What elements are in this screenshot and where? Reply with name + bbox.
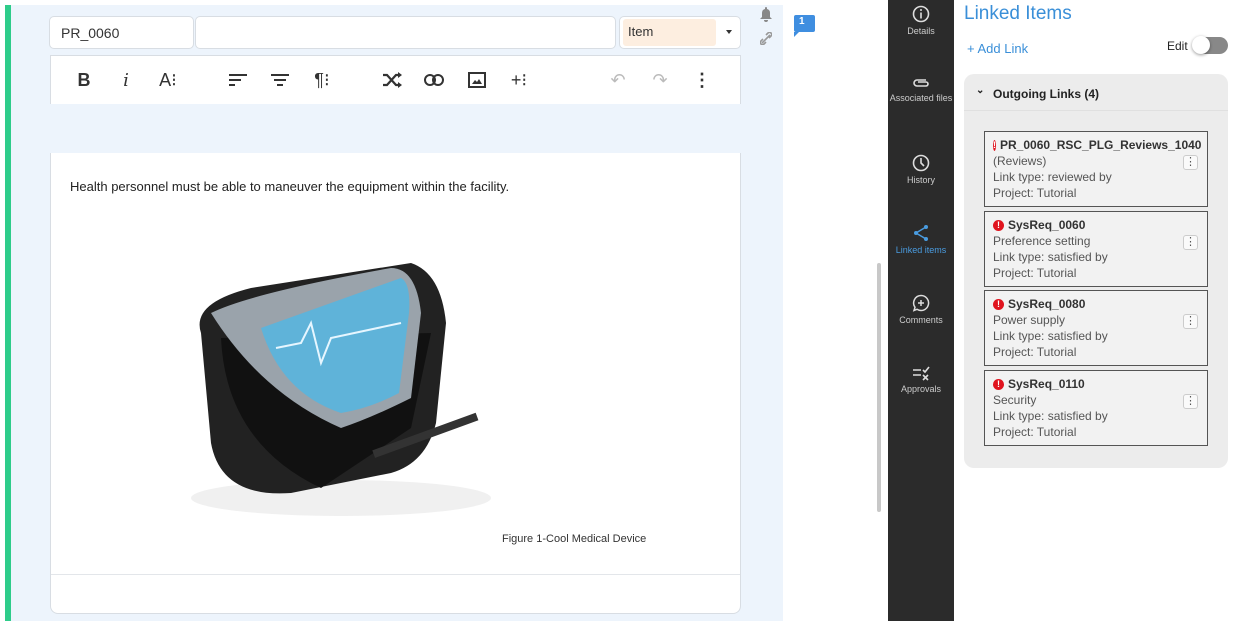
outgoing-links-group: ⌄ Outgoing Links (4) ! PR_0060_RSC_PLG_Rev… <box>964 74 1228 468</box>
type-select-value: Item <box>623 19 716 46</box>
add-link-button[interactable]: + Add Link <box>967 41 1028 56</box>
group-title: Outgoing Links (4) <box>993 87 1099 101</box>
sidebar-label: Linked items <box>895 245 947 255</box>
link-button[interactable] <box>421 68 447 92</box>
error-icon: ! <box>993 139 996 151</box>
sidebar-label: Comments <box>899 315 943 325</box>
share-icon <box>914 225 928 241</box>
clock-icon <box>912 154 930 172</box>
more-menu-button[interactable]: ⋮ <box>689 68 715 92</box>
error-icon: ! <box>993 298 1004 310</box>
sidebar-label: Associated files <box>889 93 953 103</box>
comment-plus-icon <box>912 294 930 312</box>
link-project: Project: Tutorial <box>993 186 1077 200</box>
shuffle-button[interactable] <box>379 68 405 92</box>
align-center-icon <box>271 74 289 86</box>
link-name: Security <box>993 393 1037 407</box>
sidebar-item-associated-files[interactable]: Associated files <box>888 76 954 104</box>
comment-count-badge[interactable]: 1 <box>794 15 815 37</box>
more-options-icon[interactable]: ⋮ <box>1183 314 1198 329</box>
divider <box>51 574 740 575</box>
sidebar-item-approvals[interactable]: Approvals <box>888 365 954 395</box>
sidebar-label: Details <box>907 26 935 36</box>
approvals-icon <box>913 366 930 381</box>
link-id[interactable]: SysReq_0060 <box>1008 217 1085 233</box>
info-icon <box>912 5 930 23</box>
image-icon <box>468 72 486 88</box>
bold-button[interactable]: B <box>71 68 97 92</box>
link-card[interactable]: ! PR_0060_RSC_PLG_Reviews_1040 (Reviews) … <box>984 131 1208 207</box>
edit-label: Edit <box>1167 39 1188 53</box>
figure-caption: Figure 1-Cool Medical Device <box>502 533 647 545</box>
font-button[interactable]: A⁝ <box>155 68 181 92</box>
error-icon: ! <box>993 219 1004 231</box>
align-center-button[interactable] <box>267 68 293 92</box>
scrollbar[interactable] <box>877 263 881 512</box>
sidebar-item-comments[interactable]: Comments <box>888 294 954 326</box>
rich-text-content[interactable]: Health personnel must be able to maneuve… <box>50 153 741 614</box>
more-options-icon[interactable]: ⋮ <box>1183 394 1198 409</box>
caret-down-icon <box>726 30 732 34</box>
more-options-icon[interactable]: ⋮ <box>1183 235 1198 250</box>
editor-toolbar: B i A⁝ ¶⁝ +⁝ ↶ ↷ ⋮ <box>50 55 741 104</box>
redo-button[interactable]: ↷ <box>647 68 673 92</box>
shuffle-icon <box>383 72 402 88</box>
outgoing-links-header[interactable]: ⌄ Outgoing Links (4) <box>964 74 1228 111</box>
link-card[interactable]: ! SysReq_0060 Preference setting Link typ… <box>984 211 1208 287</box>
sidebar-label: Approvals <box>900 384 942 394</box>
sidebar-item-linked-items[interactable]: Linked items <box>888 224 954 256</box>
link-name: Power supply <box>993 313 1066 327</box>
edit-toggle[interactable] <box>1192 36 1228 54</box>
chevron-down-icon: ⌄ <box>976 85 985 96</box>
paragraph-button[interactable]: ¶⁝ <box>309 68 335 92</box>
error-icon: ! <box>993 378 1004 390</box>
link-card[interactable]: ! SysReq_0080 Power supply Link type: sat… <box>984 290 1208 366</box>
link-name: Preference setting <box>993 234 1091 248</box>
item-id-field[interactable]: PR_0060 <box>49 16 194 49</box>
panel-title: Linked Items <box>964 3 1072 24</box>
more-options-icon[interactable]: ⋮ <box>1183 155 1198 170</box>
link-card[interactable]: ! SysReq_0110 Security Link type: satisfi… <box>984 370 1208 446</box>
link-icon[interactable] <box>760 32 772 45</box>
link-type: Link type: satisfied by <box>993 250 1108 264</box>
title-field[interactable] <box>195 16 616 49</box>
align-left-button[interactable] <box>225 68 251 92</box>
link-project: Project: Tutorial <box>993 266 1077 280</box>
paperclip-icon <box>913 79 929 87</box>
side-nav: Details Associated files History Linked … <box>888 0 954 621</box>
link-type: Link type: satisfied by <box>993 409 1108 423</box>
undo-button[interactable]: ↶ <box>605 68 631 92</box>
bell-icon[interactable] <box>759 6 773 22</box>
link-type: Link type: satisfied by <box>993 329 1108 343</box>
body-text: Health personnel must be able to maneuve… <box>70 179 510 194</box>
type-select[interactable]: Item <box>619 16 741 49</box>
sidebar-label: History <box>906 175 935 185</box>
link-project: Project: Tutorial <box>993 425 1077 439</box>
medical-device-image <box>191 263 491 516</box>
insert-button[interactable]: +⁝ <box>506 68 532 92</box>
image-button[interactable] <box>464 68 490 92</box>
link-project: Project: Tutorial <box>993 345 1077 359</box>
link-icon <box>424 74 444 86</box>
italic-button[interactable]: i <box>113 68 139 92</box>
link-id[interactable]: PR_0060_RSC_PLG_Reviews_1040 <box>1000 137 1201 153</box>
sidebar-item-details[interactable]: Details <box>888 5 954 37</box>
link-id[interactable]: SysReq_0080 <box>1008 296 1085 312</box>
align-left-icon <box>229 74 247 86</box>
link-name: (Reviews) <box>993 154 1047 168</box>
link-type: Link type: reviewed by <box>993 170 1112 184</box>
sidebar-item-history[interactable]: History <box>888 154 954 186</box>
link-id[interactable]: SysReq_0110 <box>1008 376 1085 392</box>
